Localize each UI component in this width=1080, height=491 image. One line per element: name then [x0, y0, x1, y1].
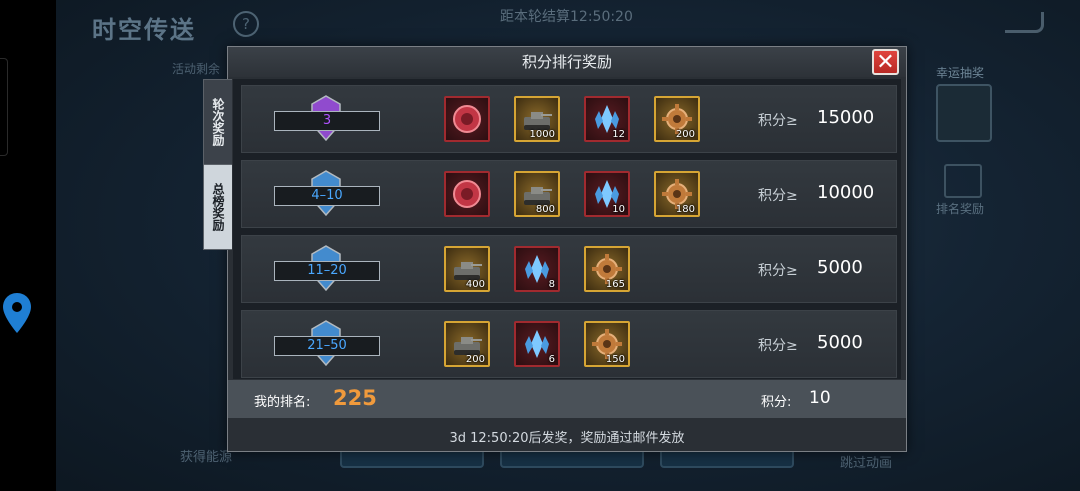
purple-rank-badge: 3	[264, 94, 384, 144]
reward-count: 12	[612, 129, 625, 140]
tab-total-reward[interactable]: 总榜奖励	[203, 164, 232, 250]
reward-item[interactable]: 200	[654, 96, 700, 142]
reward-count: 8	[548, 279, 555, 290]
reward-item[interactable]: 165	[584, 246, 630, 292]
reward-count: 400	[465, 279, 485, 290]
rank-reward-dialog: 积分排行奖励 ✕ 轮次奖励 总榜奖励 3 1000 12 200 积分≥ 15000 4–1…	[203, 46, 907, 452]
reward-item[interactable]: 800	[514, 171, 560, 217]
score-threshold-value: 5000	[817, 257, 863, 278]
reward-item[interactable]: 12	[584, 96, 630, 142]
score-threshold-value: 15000	[817, 107, 875, 128]
my-rank-label: 我的排名:	[254, 395, 311, 410]
reward-item[interactable]: 150	[584, 321, 630, 367]
reward-row: 4–10 800 10 180 积分≥ 10000	[241, 160, 897, 228]
reward-item[interactable]: 8	[514, 246, 560, 292]
reward-footer-note: 3d 12:50:20后发奖，奖励通过邮件发放	[449, 431, 685, 446]
skip-animation-label[interactable]: 跳过动画	[840, 452, 892, 471]
score-threshold-label: 积分≥	[758, 188, 798, 204]
reward-row: 21–50 200 6 150 积分≥ 5000	[241, 310, 897, 378]
map-pin-icon[interactable]	[2, 292, 32, 334]
rank-range: 4–10	[274, 186, 380, 206]
reward-item[interactable]	[444, 171, 490, 217]
rank-reward-label: 排名奖励	[936, 202, 985, 216]
reward-content: 轮次奖励 总榜奖励 3 1000 12 200 积分≥ 15000 4–10 800 10 180…	[203, 79, 901, 379]
score-threshold-label: 积分≥	[758, 338, 798, 354]
help-icon[interactable]: ?	[233, 11, 259, 37]
my-points-value: 10	[809, 388, 831, 408]
reward-item[interactable]: 200	[444, 321, 490, 367]
my-rank-bar: 我的排名: 225 积分: 10	[228, 380, 906, 418]
reward-count: 200	[675, 129, 695, 140]
reward-count: 180	[675, 204, 695, 215]
my-rank-value: 225	[333, 386, 377, 410]
reward-count: 10	[612, 204, 625, 215]
blue-rank-badge: 4–10	[264, 169, 384, 219]
rank-range: 21–50	[274, 336, 380, 356]
blue-rank-badge: 11–20	[264, 244, 384, 294]
reward-count: 200	[465, 354, 485, 365]
reward-count: 6	[548, 354, 555, 365]
device-notch	[0, 58, 8, 156]
get-energy-label: 获得能源	[180, 450, 233, 465]
close-button[interactable]: ✕	[872, 49, 899, 75]
lucky-draw-button[interactable]	[936, 84, 992, 142]
reward-count: 150	[605, 354, 625, 365]
device-left-edge	[0, 0, 56, 491]
back-arrow-icon[interactable]	[1005, 12, 1044, 33]
activity-remaining-label: 活动剩余	[172, 62, 221, 76]
round-timer: 距本轮结算12:50:20	[500, 9, 633, 25]
lucky-draw-label: 幸运抽奖	[936, 66, 985, 80]
reward-count: 165	[605, 279, 625, 290]
reward-item[interactable]: 400	[444, 246, 490, 292]
gift-icon[interactable]	[944, 164, 982, 198]
reward-count: 800	[535, 204, 555, 215]
reward-item[interactable]: 6	[514, 321, 560, 367]
reward-row: 11–20 400 8 165 积分≥ 5000	[241, 235, 897, 303]
reward-item[interactable]: 10	[584, 171, 630, 217]
reward-row: 3 1000 12 200 积分≥ 15000	[241, 85, 897, 153]
score-threshold-label: 积分≥	[758, 263, 798, 279]
tab-round-reward[interactable]: 轮次奖励	[203, 79, 232, 165]
my-points-label: 积分:	[761, 395, 792, 410]
reward-item[interactable]: 1000	[514, 96, 560, 142]
blue-rank-badge: 21–50	[264, 319, 384, 369]
reward-item[interactable]	[444, 96, 490, 142]
background-title: 时空传送	[92, 16, 196, 44]
score-threshold-label: 积分≥	[758, 113, 798, 129]
score-threshold-value: 10000	[817, 182, 875, 203]
dialog-title: 积分排行奖励	[228, 47, 906, 77]
rank-range: 11–20	[274, 261, 380, 281]
reward-item[interactable]: 180	[654, 171, 700, 217]
rank-range: 3	[274, 111, 380, 131]
reward-count: 1000	[529, 129, 555, 140]
score-threshold-value: 5000	[817, 332, 863, 353]
